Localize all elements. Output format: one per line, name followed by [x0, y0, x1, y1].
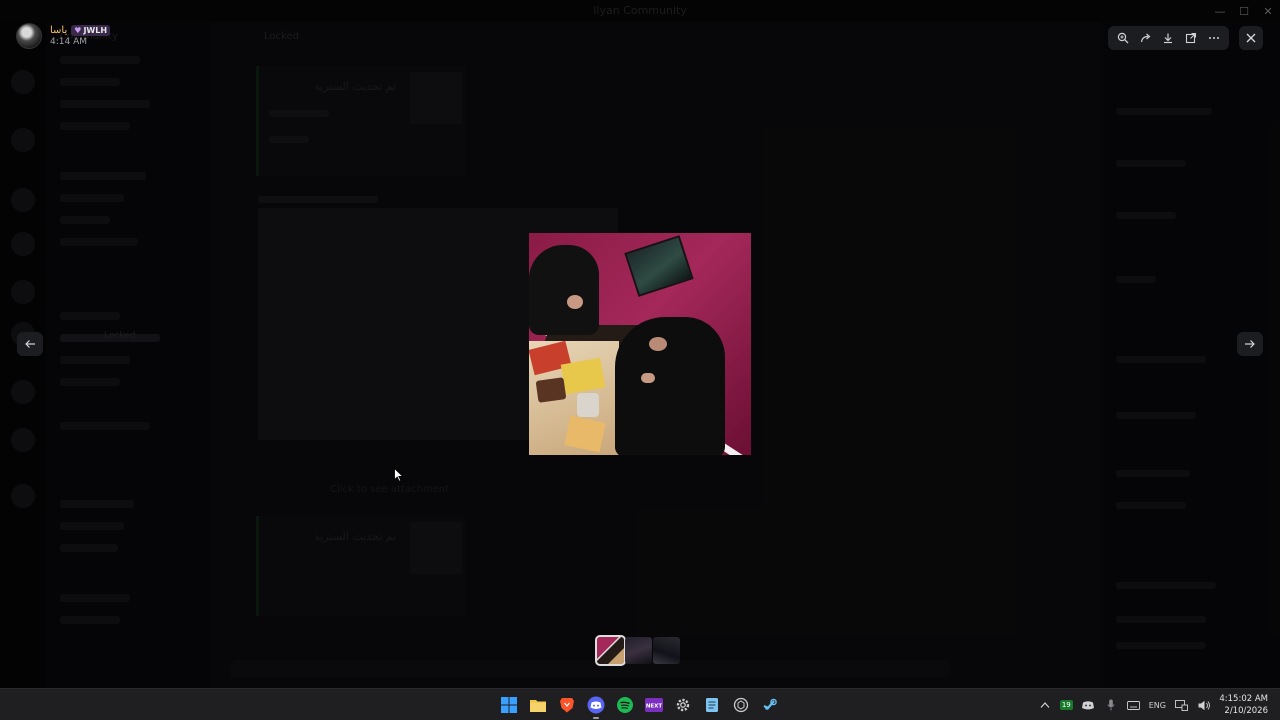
arrow-left-icon [25, 340, 35, 348]
volume-icon[interactable] [1196, 697, 1212, 713]
next-app-icon[interactable]: NEXT [642, 694, 666, 716]
input-language[interactable]: ENG [1149, 701, 1166, 710]
forward-icon[interactable] [1137, 29, 1155, 47]
system-tray: 19 ENG [1037, 697, 1212, 713]
guild-tag-text: JWLH [83, 26, 108, 35]
photo-cake [535, 377, 567, 403]
previous-image-button[interactable] [17, 332, 43, 356]
next-app-label: NEXT [646, 704, 663, 710]
mouse-cursor-icon [394, 468, 404, 482]
file-explorer-icon[interactable] [526, 694, 550, 716]
windows-start-icon[interactable] [497, 694, 521, 716]
photo-person [529, 245, 599, 335]
thumbnail[interactable] [653, 637, 680, 664]
uploader-name[interactable]: ياسا [50, 25, 67, 36]
uploader-info: ياسا ♥ JWLH 4:14 AM [16, 23, 111, 49]
upload-time: 4:14 AM [50, 37, 87, 47]
spotify-icon[interactable] [613, 694, 637, 716]
thumbnail[interactable] [625, 637, 652, 664]
photo-face [649, 337, 667, 351]
brave-browser-icon[interactable] [555, 694, 579, 716]
viewer-toolbar [1108, 26, 1229, 50]
taskbar-apps: NEXT [497, 694, 782, 719]
clock-date: 2/10/2026 [1224, 706, 1268, 716]
open-external-icon[interactable] [1182, 29, 1200, 47]
arrow-right-icon [1245, 340, 1255, 348]
photo-person [615, 317, 725, 455]
avatar[interactable] [16, 23, 42, 49]
thumbnail-selected[interactable] [595, 635, 626, 666]
network-icon[interactable] [1173, 697, 1189, 713]
clock-time: 4:15:02 AM [1219, 694, 1268, 704]
notepad-icon[interactable] [700, 694, 724, 716]
chevron-up-icon[interactable] [1037, 697, 1053, 713]
keyboard-icon[interactable] [1126, 697, 1142, 713]
discord-icon[interactable] [584, 694, 608, 719]
photo-hand [641, 373, 655, 383]
settings-icon[interactable] [671, 694, 695, 716]
system-clock[interactable]: 4:15:02 AM 2/10/2026 [1219, 693, 1268, 717]
steam-icon[interactable] [758, 694, 782, 716]
windows-taskbar: NEXT 19 ENG 4:15:02 AM 2/10/2026 [0, 688, 1280, 720]
guild-tag: ♥ JWLH [71, 25, 111, 36]
thumbnail-strip [595, 635, 680, 666]
viewed-image[interactable] [529, 233, 751, 455]
zoom-in-icon[interactable] [1114, 29, 1132, 47]
photo-face [567, 295, 583, 309]
discord-tray-icon[interactable] [1080, 697, 1096, 713]
microphone-icon[interactable] [1103, 697, 1119, 713]
close-viewer-button[interactable] [1239, 26, 1263, 50]
chatgpt-icon[interactable] [729, 694, 753, 716]
download-icon[interactable] [1159, 29, 1177, 47]
heart-icon: ♥ [74, 26, 82, 35]
tray-badge[interactable]: 19 [1059, 700, 1073, 710]
next-image-button[interactable] [1237, 332, 1263, 356]
photo-cup [577, 393, 599, 417]
close-icon [1246, 33, 1256, 43]
more-icon[interactable] [1205, 29, 1223, 47]
